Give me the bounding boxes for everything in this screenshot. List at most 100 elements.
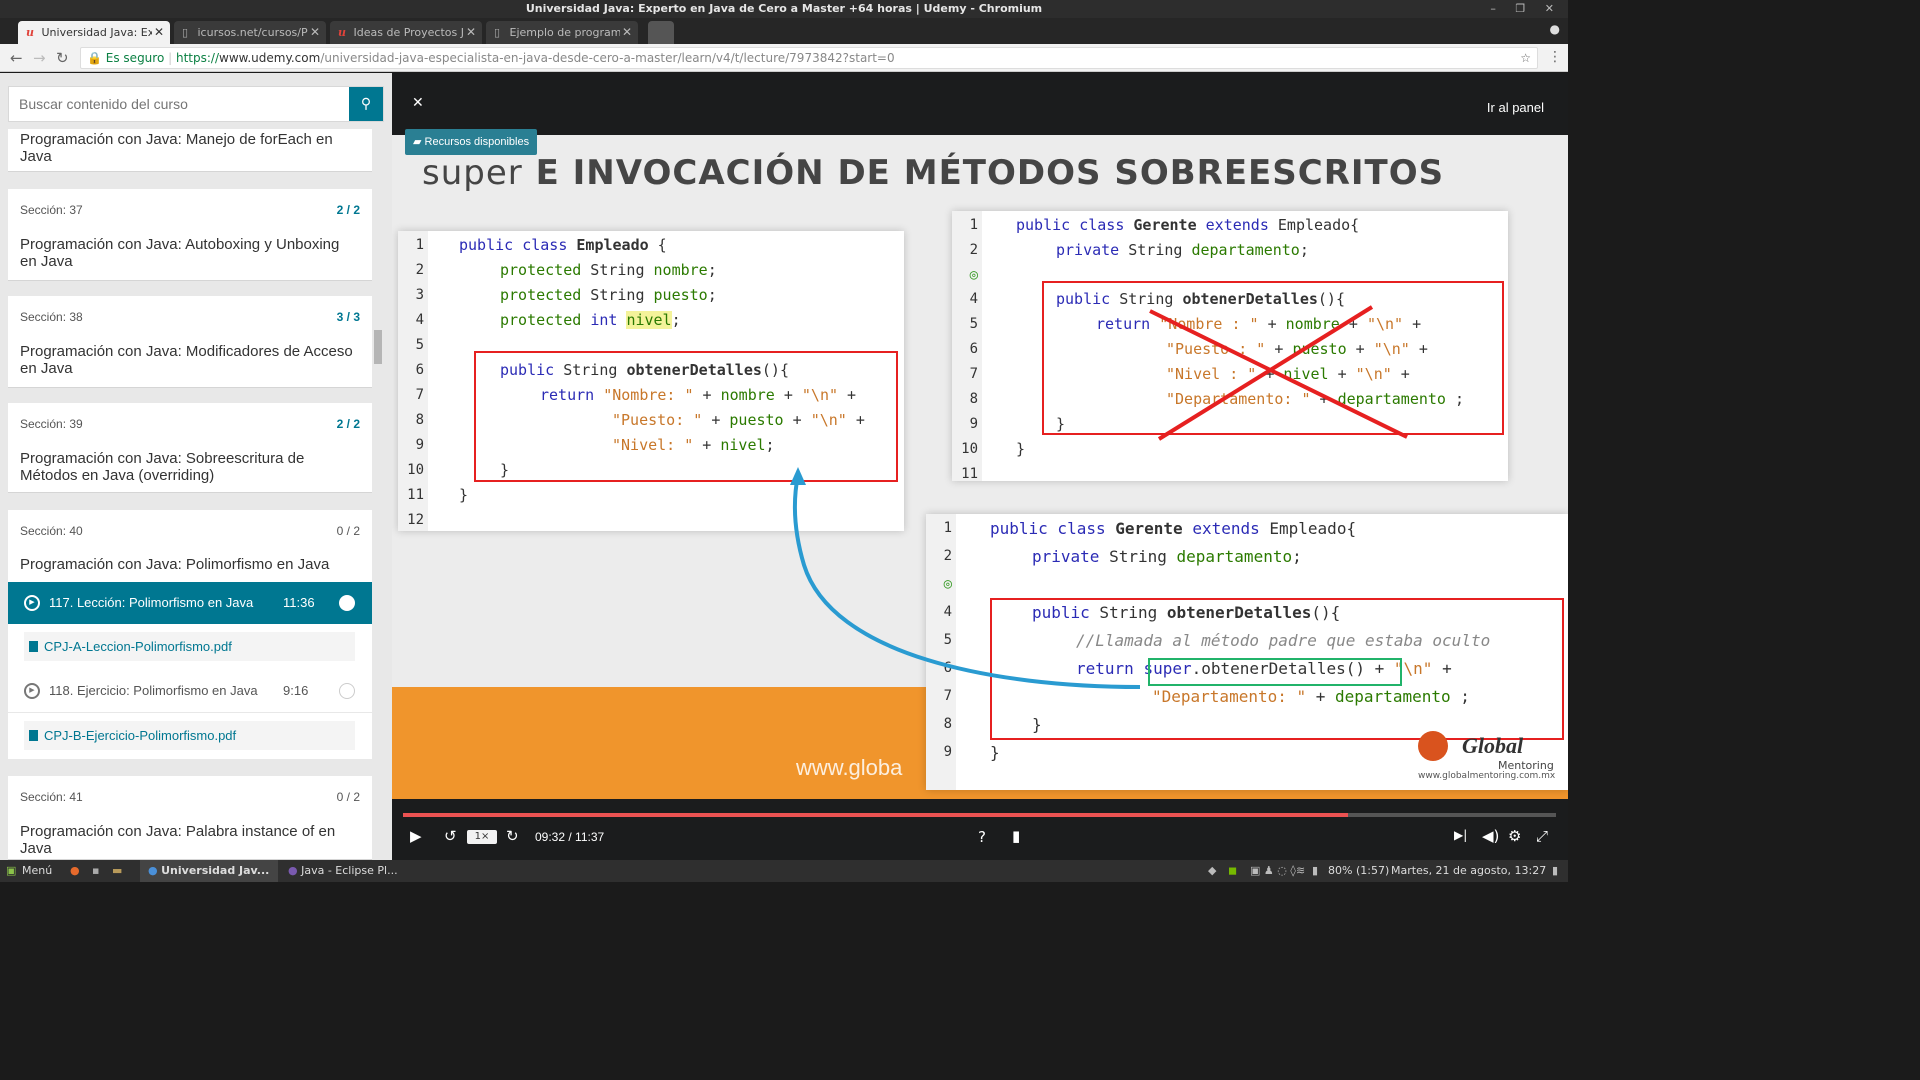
clock[interactable]: Martes, 21 de agosto, 13:27 (1391, 860, 1546, 882)
resources-available-button[interactable]: ▰ Recursos disponibles (405, 129, 538, 155)
globe-icon (1418, 731, 1448, 761)
tab-strip: u Universidad Java: Exp ✕ ▯ icursos.net/… (0, 18, 1568, 44)
go-to-panel-link[interactable]: Ir al panel (1487, 100, 1544, 115)
logo-name: Global (1462, 733, 1524, 758)
section-label: Sección: 39 (20, 417, 83, 431)
tab-label: Ejemplo de programa Ja (509, 26, 620, 39)
settings-icon[interactable]: ⚙ (1508, 827, 1521, 845)
video-player: ✕ Ir al panel super E INVOCACIÓN DE MÉTO… (392, 73, 1568, 860)
sidebar-scrollbar-thumb[interactable] (374, 330, 382, 364)
bookmark-icon[interactable]: ▮ (1012, 827, 1020, 845)
taskbar-app-eclipse[interactable]: ● Java - Eclipse Pl... (286, 860, 416, 882)
tab-close-icon[interactable]: ✕ (466, 21, 476, 44)
bookmark-star-icon[interactable]: ☆ (1520, 48, 1531, 68)
new-tab-button[interactable] (648, 21, 674, 44)
folder-icon[interactable]: ▬ (112, 860, 122, 882)
tab-close-icon[interactable]: ✕ (310, 21, 320, 44)
resources-label: Recursos disponibles (424, 136, 530, 148)
section-label: Sección: 40 (20, 524, 83, 538)
lecture-duration: 11:36 (283, 595, 315, 610)
next-icon[interactable]: ▶| (1454, 828, 1467, 842)
playback-rate-button[interactable]: 1× (467, 830, 497, 844)
fullscreen-icon[interactable]: ⤢ (1536, 827, 1548, 845)
tray-icons[interactable]: ▣ ♟ ◌ ◊ (1250, 860, 1296, 882)
play-icon: ▶ (24, 595, 40, 611)
url-field[interactable]: 🔒 Es seguro | https://www.udemy.com/univ… (80, 47, 1538, 69)
window-title: Universidad Java: Experto en Java de Cer… (525, 2, 1043, 15)
back-icon[interactable]: ← (10, 49, 23, 67)
window-controls[interactable]: – ❐ ✕ (1490, 0, 1562, 18)
search-button[interactable]: ⚲ (349, 87, 383, 121)
wifi-icon[interactable]: ≋ (1296, 860, 1305, 882)
lecture-duration: 9:16 (283, 683, 309, 698)
nvidia-icon[interactable]: ◼ (1228, 860, 1237, 882)
completion-checkbox[interactable] (339, 683, 355, 699)
forward-icon[interactable]: ↻ (506, 827, 519, 845)
section-title: Programación con Java: Sobreescritura de… (20, 450, 305, 484)
battery-status: 80% (1:57) (1328, 864, 1390, 877)
play-icon: ▶ (24, 683, 40, 699)
page-favicon-icon: ▯ (494, 26, 501, 39)
start-menu-button[interactable]: Menú (22, 860, 52, 882)
course-sidebar: ⚲ Programación con Java: Manejo de forEa… (0, 73, 392, 860)
secure-label: Es seguro (105, 51, 165, 65)
help-icon[interactable]: ? (978, 828, 986, 846)
tab-icursos[interactable]: ▯ icursos.net/cursos/Prog ✕ (174, 21, 326, 44)
firefox-icon[interactable]: ● (70, 860, 80, 882)
tab-close-icon[interactable]: ✕ (154, 21, 164, 44)
rewind-icon[interactable]: ↺ (444, 827, 457, 845)
tab-ideas-proyectos[interactable]: u Ideas de Proyectos Java ✕ (330, 21, 482, 44)
close-icon[interactable]: ✕ (412, 95, 424, 111)
section-card-40[interactable]: Sección: 40 0 / 2 Programación con Java:… (8, 510, 372, 582)
section-title: Programación con Java: Palabra instance … (20, 823, 336, 857)
video-frame[interactable]: super E INVOCACIÓN DE MÉTODOS SOBREESCRI… (392, 135, 1568, 799)
section-label: Sección: 37 (20, 203, 83, 217)
taskbar-app-chromium[interactable]: ● Universidad Jav... (140, 860, 278, 882)
section-card-38[interactable]: Sección: 38 3 / 3 Programación con Java:… (8, 296, 372, 388)
completion-checkbox[interactable] (339, 595, 355, 611)
section-title: Programación con Java: Autoboxing y Unbo… (20, 236, 340, 270)
time-display: 09:32 / 11:37 (535, 830, 605, 844)
section-card-41[interactable]: Sección: 41 0 / 2 Programación con Java:… (8, 776, 372, 860)
resource-name: CPJ-B-Ejercicio-Polimorfismo.pdf (44, 728, 237, 743)
file-icon (29, 641, 38, 652)
menu-icon: ▣ (6, 864, 17, 877)
url-host: www.udemy.com (219, 51, 321, 65)
sidebar-scrollbar[interactable] (372, 135, 386, 860)
reload-icon[interactable]: ↻ (56, 49, 69, 67)
lecture-title: 117. Lección: Polimorfismo en Java (49, 595, 254, 610)
section-label: Sección: 41 (20, 790, 83, 804)
section-card-39[interactable]: Sección: 39 2 / 2 Programación con Java:… (8, 403, 372, 493)
tab-label: Universidad Java: Exp (41, 26, 152, 39)
volume-icon[interactable]: ◀) (1482, 827, 1499, 845)
os-taskbar: ▣ Menú ● ▪ ▬ ● Universidad Jav... ● Java… (0, 860, 1568, 882)
course-search-input[interactable] (9, 87, 349, 121)
shield-icon[interactable]: ◆ (1208, 860, 1216, 882)
window-titlebar: Universidad Java: Experto en Java de Cer… (0, 0, 1568, 18)
tab-universidad-java[interactable]: u Universidad Java: Exp ✕ (18, 21, 170, 44)
section-count: 2 / 2 (336, 203, 360, 217)
progress-bar[interactable] (403, 813, 1556, 817)
tab-ejemplo-programa[interactable]: ▯ Ejemplo de programa Ja ✕ (486, 21, 638, 44)
logo-url: www.globalmentoring.com.mx (1418, 771, 1556, 781)
forward-icon[interactable]: → (33, 49, 46, 67)
resource-link[interactable]: CPJ-B-Ejercicio-Polimorfismo.pdf (24, 721, 355, 750)
menu-icon[interactable]: ⋮ (1548, 49, 1562, 65)
section-card-37[interactable]: Sección: 37 2 / 2 Programación con Java:… (8, 189, 372, 281)
user-profile-icon[interactable]: ● (1550, 22, 1560, 36)
page-favicon-icon: ▯ (182, 26, 189, 39)
app-label: Java - Eclipse Pl... (301, 864, 398, 877)
tab-close-icon[interactable]: ✕ (622, 21, 632, 44)
udemy-favicon-icon: u (26, 26, 34, 39)
lecture-item-118[interactable]: ▶ 118. Ejercicio: Polimorfismo en Java 9… (8, 670, 372, 712)
resource-name: CPJ-A-Leccion-Polimorfismo.pdf (44, 639, 232, 654)
resource-link[interactable]: CPJ-A-Leccion-Polimorfismo.pdf (24, 632, 355, 661)
battery-icon[interactable]: ▮ (1312, 860, 1318, 882)
folder-icon: ▰ (413, 136, 422, 148)
terminal-icon[interactable]: ▪ (92, 860, 99, 882)
lecture-item-117[interactable]: ▶ 117. Lección: Polimorfismo en Java 11:… (8, 582, 372, 624)
play-button[interactable]: ▶ (410, 827, 422, 845)
section-count: 3 / 3 (336, 310, 360, 324)
show-desktop-icon[interactable]: ▮ (1552, 860, 1558, 882)
section-card-partial[interactable]: Programación con Java: Manejo de forEach… (8, 129, 372, 172)
